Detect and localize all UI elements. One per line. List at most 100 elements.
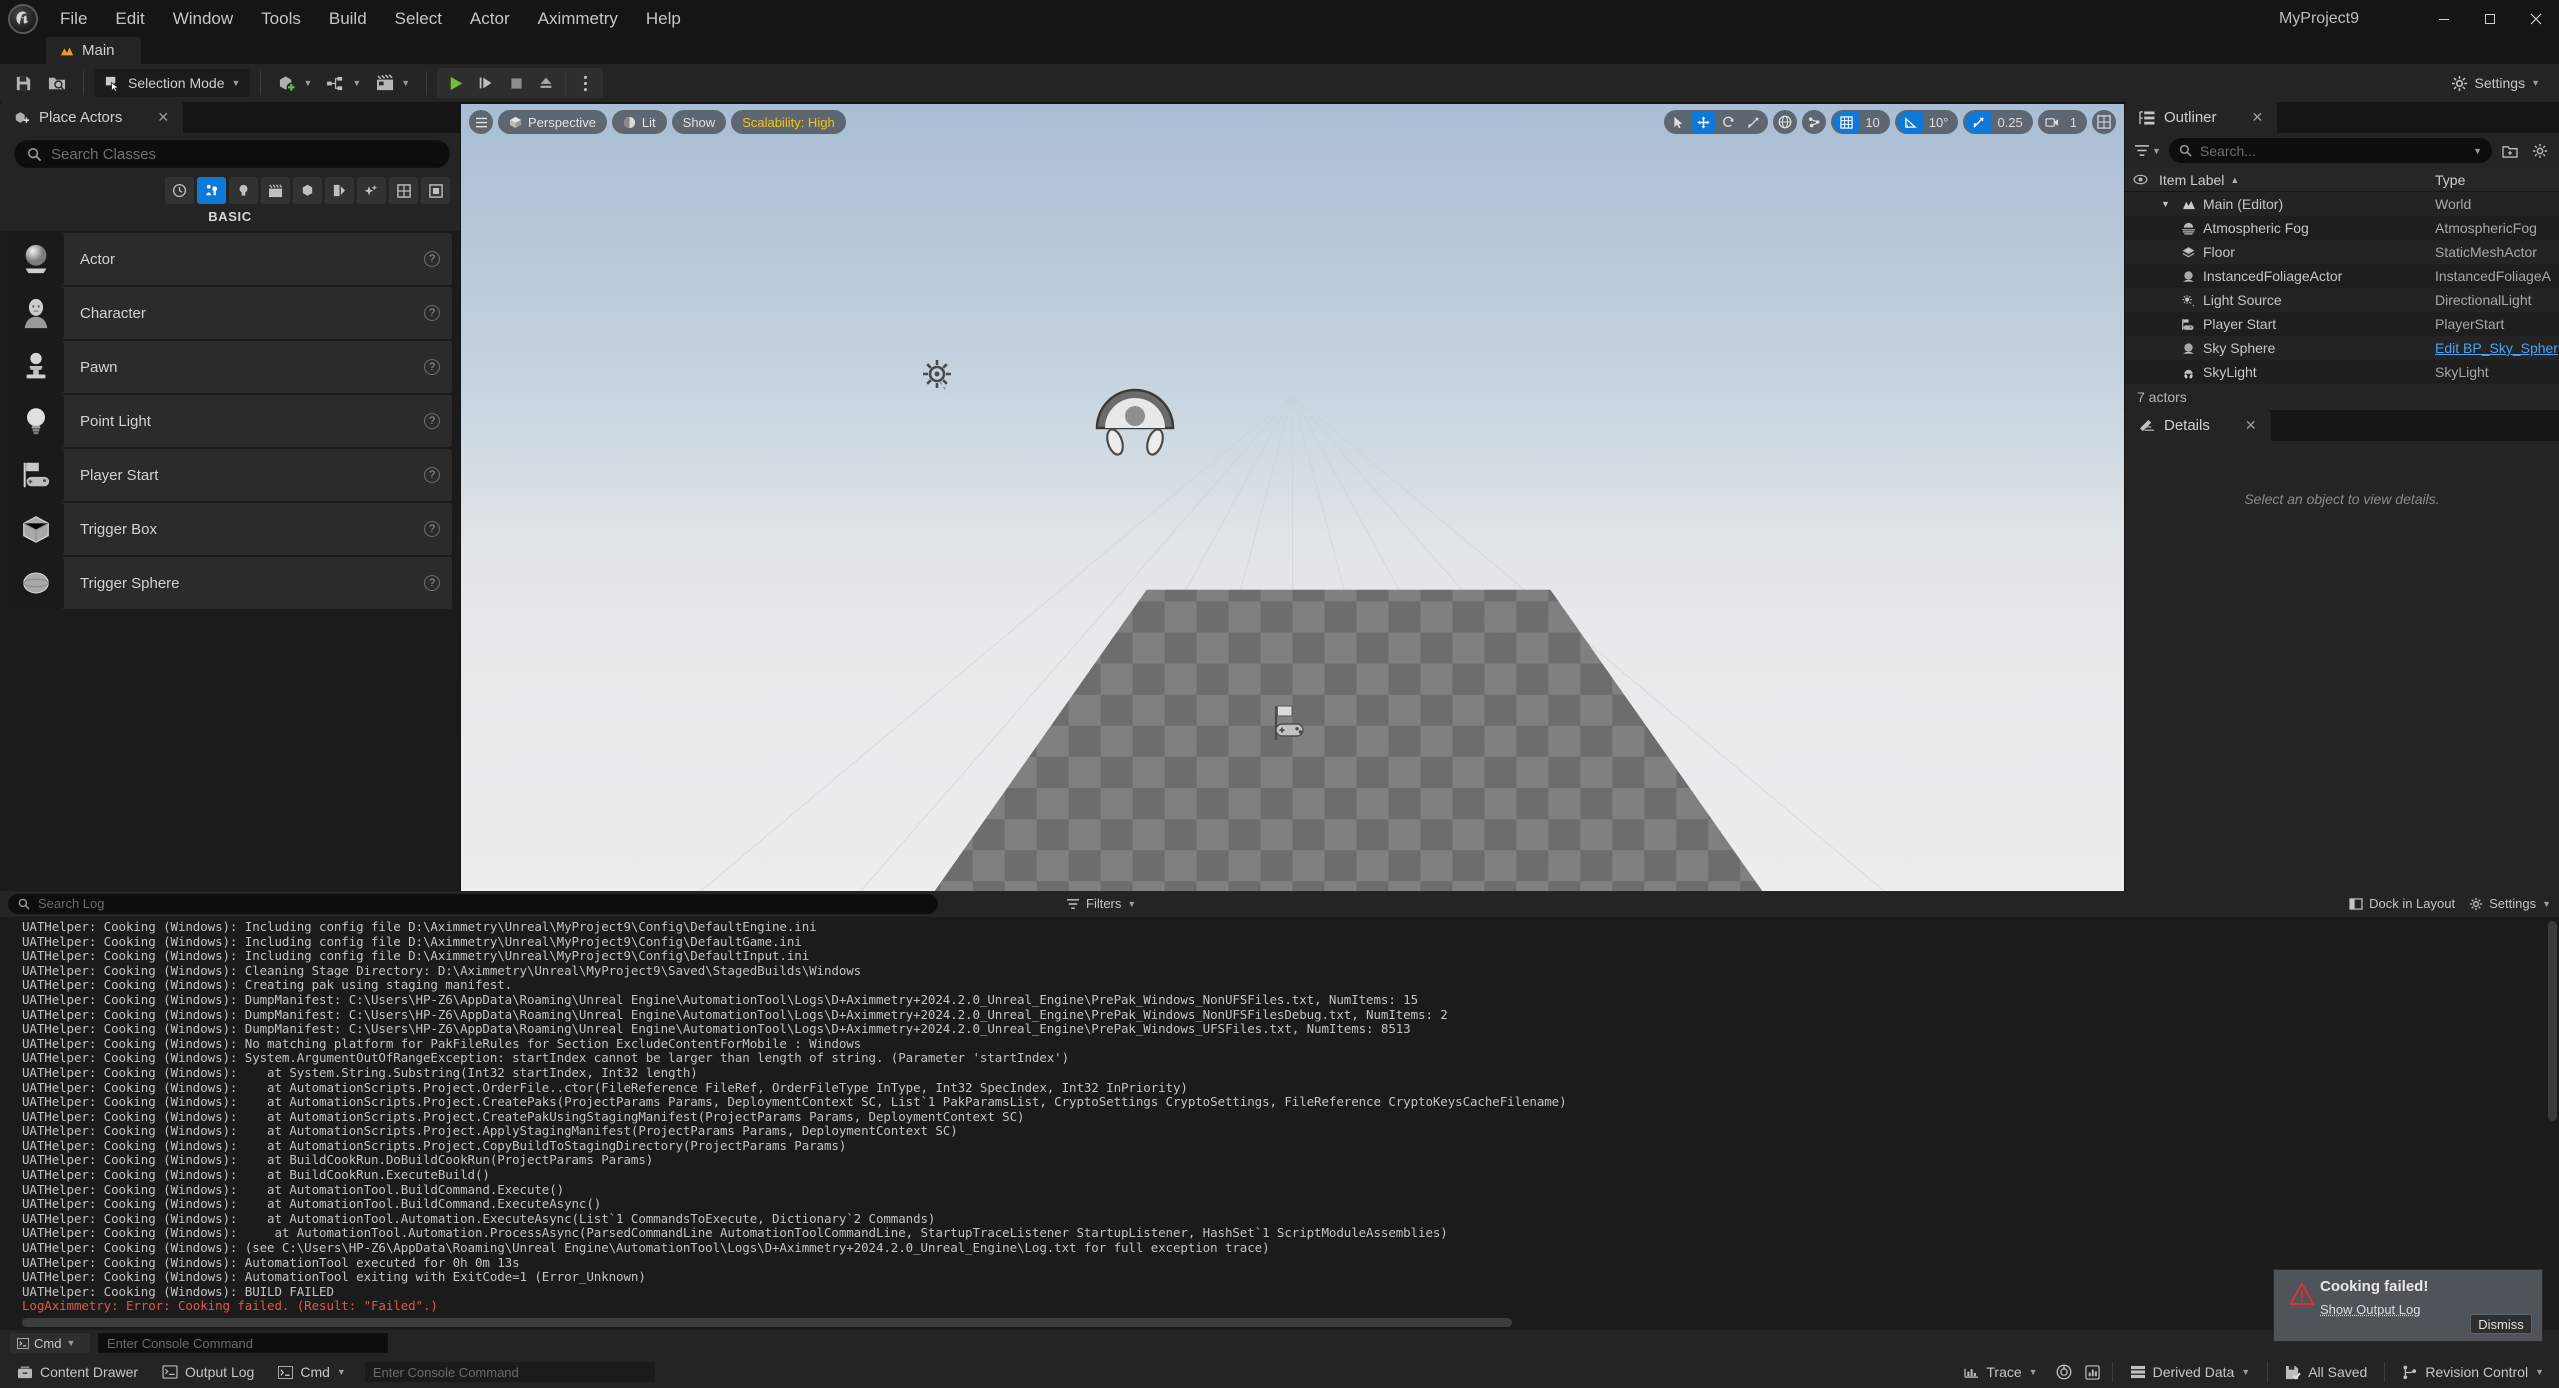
scalability-dropdown[interactable]: Scalability: High [731,110,846,134]
viewport-layout-icon[interactable] [2092,110,2116,134]
camera-speed-value[interactable]: 1 [2065,115,2085,130]
menu-actor[interactable]: Actor [456,0,524,37]
help-icon[interactable]: ? [424,413,440,429]
stop-button[interactable] [501,68,531,98]
scale-snap-icon[interactable] [1965,111,1993,133]
close-icon[interactable]: ✕ [2245,417,2257,434]
column-header-item-label[interactable]: Item Label ▲ [2155,172,2429,188]
rotate-tool-icon[interactable] [1716,112,1741,133]
revision-control-button[interactable]: Revision Control ▼ [2391,1359,2555,1385]
help-icon[interactable]: ? [424,521,440,537]
geometry-icon[interactable] [325,177,354,204]
outliner-filter-button[interactable]: ▼ [2132,144,2163,157]
menu-select[interactable]: Select [381,0,456,37]
performance-icon[interactable] [2050,1359,2078,1385]
basic-icon[interactable] [197,177,226,204]
visual-effects-icon[interactable] [293,177,322,204]
camera-speed-icon[interactable] [2040,112,2065,133]
unreal-logo-icon[interactable] [0,0,46,37]
close-button[interactable] [2513,0,2559,37]
angle-snap-icon[interactable] [1896,111,1924,133]
add-actor-button[interactable]: ▼ [271,68,318,98]
outliner-search-input[interactable]: Search... ▼ [2168,138,2492,163]
surface-snap-icon[interactable] [1802,110,1827,134]
expand-arrow-icon[interactable]: ▼ [2161,199,2175,209]
directional-light-gizmo-icon[interactable] [913,352,961,400]
output-log-button[interactable]: Output Log [151,1359,265,1385]
log-horizontal-scrollbar[interactable] [0,1314,2559,1330]
menu-tools[interactable]: Tools [247,0,315,37]
outliner-settings-icon[interactable] [2528,143,2552,159]
list-item-actor[interactable]: Actor ? [8,233,452,285]
view-mode-dropdown[interactable]: Lit [611,110,667,134]
tab-outliner[interactable]: Outliner ✕ [2125,102,2278,133]
select-tool-icon[interactable] [1666,112,1691,133]
table-row[interactable]: InstancedFoliageActor InstancedFoliageA [2125,264,2559,288]
list-item-character[interactable]: Character ? [8,287,452,339]
help-icon[interactable]: ? [424,305,440,321]
trace-button[interactable]: Trace ▼ [1953,1359,2048,1385]
add-folder-icon[interactable] [2498,144,2522,158]
more-categories-icon[interactable] [421,177,450,204]
angle-snap-value[interactable]: 10° [1924,115,1957,130]
play-button[interactable] [440,68,471,98]
content-drawer-button[interactable]: Content Drawer [6,1359,149,1385]
scale-tool-icon[interactable] [1741,112,1766,133]
list-item-point-light[interactable]: Point Light ? [8,395,452,447]
log-settings-button[interactable]: Settings ▼ [2469,896,2551,911]
cinematics-button[interactable]: ▼ [369,68,416,98]
eject-button[interactable] [531,68,561,98]
log-filters-button[interactable]: Filters ▼ [1066,896,1136,911]
chevron-down-icon[interactable]: ▼ [2473,146,2482,156]
table-row[interactable]: Sky Sphere Edit BP_Sky_Spher [2125,336,2559,360]
grid-snap-value[interactable]: 10 [1860,115,1887,130]
menu-edit[interactable]: Edit [101,0,158,37]
dismiss-button[interactable]: Dismiss [2470,1314,2532,1334]
browse-content-button[interactable] [41,68,73,98]
table-row[interactable]: ▼ Main (Editor) World [2125,192,2559,216]
cinematic-icon[interactable] [261,177,290,204]
world-coordinates-icon[interactable] [1773,110,1798,134]
statusbar-cmd-dropdown[interactable]: Cmd ▼ [267,1359,356,1385]
all-saved-button[interactable]: All Saved [2274,1359,2378,1385]
log-console-input[interactable]: Enter Console Command [98,1333,388,1353]
table-row[interactable]: SkyLight SkyLight [2125,360,2559,384]
maximize-button[interactable] [2467,0,2513,37]
level-viewport[interactable]: Perspective Lit Show Scalability: High 1… [461,104,2124,891]
visibility-column-eye-icon[interactable] [2125,174,2155,185]
table-row[interactable]: Atmospheric Fog AtmosphericFog [2125,216,2559,240]
move-tool-icon[interactable] [1691,111,1717,133]
derived-data-button[interactable]: Derived Data ▼ [2119,1359,2262,1385]
scale-snap-value[interactable]: 0.25 [1992,115,2030,130]
search-classes-input[interactable]: Search Classes [14,140,450,168]
tab-details[interactable]: Details ✕ [2125,410,2271,441]
column-header-type[interactable]: Type [2429,172,2559,188]
table-row[interactable]: Floor StaticMeshActor [2125,240,2559,264]
editor-settings-button[interactable]: Settings ▼ [2442,69,2549,97]
all-classes-icon[interactable] [389,177,418,204]
skip-frame-button[interactable] [471,68,501,98]
menu-file[interactable]: File [46,0,101,37]
table-row[interactable]: Light Source DirectionalLight [2125,288,2559,312]
help-icon[interactable]: ? [424,575,440,591]
grid-snap-icon[interactable] [1833,111,1861,133]
log-vertical-scrollbar[interactable] [2548,920,2557,1121]
list-item-trigger-box[interactable]: Trigger Box ? [8,503,452,555]
volumes-icon[interactable] [357,177,386,204]
close-icon[interactable]: ✕ [157,109,169,126]
menu-window[interactable]: Window [159,0,247,37]
recently-placed-icon[interactable] [165,177,194,204]
menu-build[interactable]: Build [315,0,381,37]
list-item-pawn[interactable]: Pawn ? [8,341,452,393]
help-icon[interactable]: ? [424,467,440,483]
sky-light-gizmo-icon[interactable] [1085,376,1185,461]
level-tab-main[interactable]: Main [46,37,141,64]
blueprints-button[interactable]: ▼ [320,68,367,98]
row-type-link[interactable]: Edit BP_Sky_Spher [2429,340,2559,356]
menu-aximmetry[interactable]: Aximmetry [524,0,632,37]
log-search-input[interactable]: Search Log [8,893,938,914]
stats-icon[interactable] [2079,1359,2106,1385]
statusbar-console-input[interactable]: Enter Console Command [364,1362,655,1382]
perspective-dropdown[interactable]: Perspective [498,110,607,134]
selection-mode-dropdown[interactable]: Selection Mode ▼ [94,69,251,97]
